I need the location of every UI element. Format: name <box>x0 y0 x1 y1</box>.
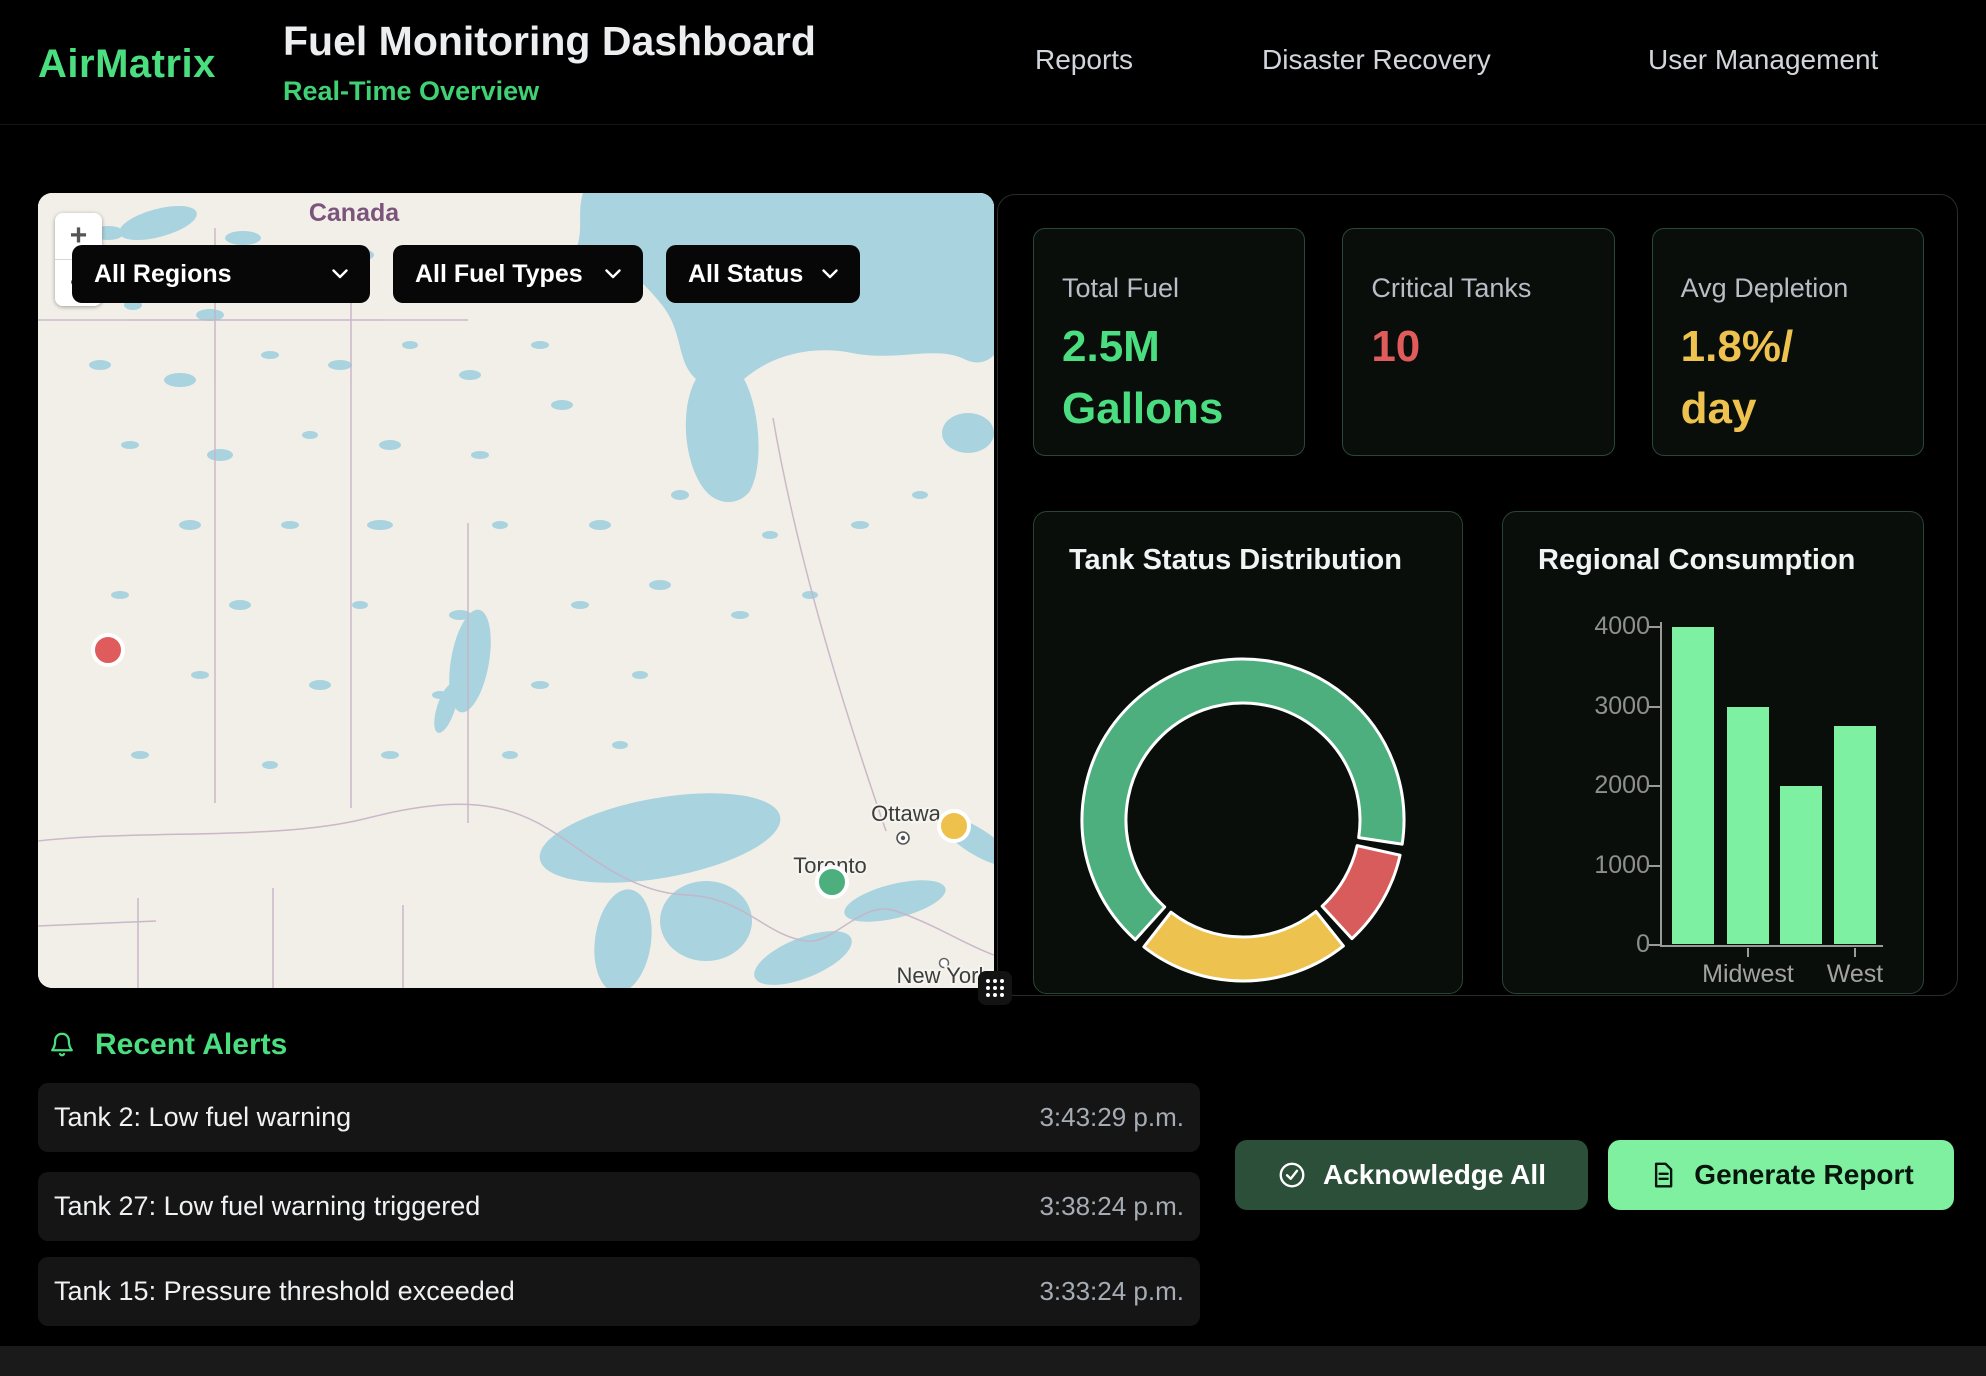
page-title: Fuel Monitoring Dashboard <box>283 18 816 65</box>
y-tick-mark <box>1649 944 1660 946</box>
y-tick-label: 4000 <box>1580 612 1650 641</box>
y-tick-mark <box>1649 785 1660 787</box>
y-tick-label: 2000 <box>1580 771 1650 800</box>
acknowledge-all-button[interactable]: Acknowledge All <box>1235 1140 1588 1210</box>
app-header: AirMatrix Fuel Monitoring Dashboard Real… <box>0 0 1986 125</box>
bell-icon <box>47 1029 77 1061</box>
alert-message: Tank 27: Low fuel warning triggered <box>54 1191 480 1222</box>
y-tick-mark <box>1649 626 1660 628</box>
stat-card-critical-tanks: Critical Tanks 10 <box>1342 228 1614 456</box>
dashboard-panel: Total Fuel 2.5M Gallons Critical Tanks 1… <box>997 194 1958 996</box>
chart-title: Regional Consumption <box>1538 544 1855 577</box>
check-circle-icon <box>1277 1160 1307 1190</box>
alert-row[interactable]: Tank 15: Pressure threshold exceeded 3:3… <box>38 1257 1200 1326</box>
chart-title: Tank Status Distribution <box>1069 544 1402 577</box>
alerts-title: Recent Alerts <box>95 1028 287 1062</box>
chevron-down-icon <box>332 269 348 279</box>
alert-time: 3:43:29 p.m. <box>1039 1102 1184 1133</box>
nav-disaster-recovery[interactable]: Disaster Recovery <box>1262 44 1491 76</box>
ottawa-city-dot-inner <box>901 836 905 840</box>
tank-status-donut-chart <box>1034 512 1463 994</box>
bar-series-3[interactable] <box>1780 786 1822 944</box>
drag-handle-icon[interactable] <box>978 971 1012 1005</box>
nav-reports[interactable]: Reports <box>1035 44 1133 76</box>
y-tick-label: 0 <box>1580 930 1650 959</box>
generate-report-button[interactable]: Generate Report <box>1608 1140 1954 1210</box>
generate-report-label: Generate Report <box>1694 1159 1913 1191</box>
status-filter-select[interactable]: All Status <box>666 245 860 303</box>
alert-row[interactable]: Tank 2: Low fuel warning 3:43:29 p.m. <box>38 1083 1200 1152</box>
stat-card-avg-depletion: Avg Depletion 1.8%/ day <box>1652 228 1924 456</box>
map-canvas[interactable]: Canada Ottawa Toronto New York <box>38 193 994 988</box>
chevron-down-icon <box>822 269 838 279</box>
page-subtitle: Real-Time Overview <box>283 76 539 107</box>
tank-marker-critical[interactable] <box>93 635 123 665</box>
fuel-monitoring-dashboard: AirMatrix Fuel Monitoring Dashboard Real… <box>0 0 1986 1376</box>
stat-label: Total Fuel <box>1062 273 1276 304</box>
charts-row: Tank Status Distribution 0 1000 2000 3000 40… <box>1033 511 1924 994</box>
brand-logo[interactable]: AirMatrix <box>38 42 216 87</box>
y-tick-label: 1000 <box>1580 851 1650 880</box>
x-tick-mark <box>1854 948 1856 957</box>
fuel-type-filter-select[interactable]: All Fuel Types <box>393 245 643 303</box>
stat-value: 1.8%/ day <box>1681 316 1895 441</box>
footer-strip <box>0 1346 1986 1376</box>
x-tick-mark <box>1747 948 1749 957</box>
regional-consumption-bar-chart: 01000200030004000MidwestWest <box>1503 512 1924 994</box>
y-axis-line <box>1660 622 1662 947</box>
stat-label: Avg Depletion <box>1681 273 1895 304</box>
alerts-header: Recent Alerts <box>47 1028 287 1062</box>
alert-time: 3:38:24 p.m. <box>1039 1191 1184 1222</box>
y-tick-mark <box>1649 865 1660 867</box>
stat-label: Critical Tanks <box>1371 273 1585 304</box>
stats-row: Total Fuel 2.5M Gallons Critical Tanks 1… <box>1033 228 1924 456</box>
alert-message: Tank 2: Low fuel warning <box>54 1102 351 1133</box>
chevron-down-icon <box>605 269 621 279</box>
map-label-canada: Canada <box>309 199 400 227</box>
region-filter-select[interactable]: All Regions <box>72 245 370 303</box>
donut-segment-yellow[interactable] <box>1144 911 1343 981</box>
alert-row[interactable]: Tank 27: Low fuel warning triggered 3:38… <box>38 1172 1200 1241</box>
x-tick-label: West <box>1785 960 1924 989</box>
bar-West[interactable] <box>1834 726 1876 944</box>
stat-value: 10 <box>1371 316 1585 378</box>
tank-marker-warning[interactable] <box>939 811 969 841</box>
stat-card-total-fuel: Total Fuel 2.5M Gallons <box>1033 228 1305 456</box>
stat-value: 2.5M Gallons <box>1062 316 1276 441</box>
map-panel[interactable]: Canada Ottawa Toronto New York + − All R… <box>38 193 994 988</box>
map-filters: All Regions All Fuel Types All Status <box>72 245 860 303</box>
region-filter-value: All Regions <box>94 260 232 289</box>
document-icon <box>1648 1160 1678 1190</box>
y-tick-label: 3000 <box>1580 692 1650 721</box>
y-tick-mark <box>1649 706 1660 708</box>
bar-Midwest[interactable] <box>1727 707 1769 945</box>
alert-message: Tank 15: Pressure threshold exceeded <box>54 1276 515 1307</box>
donut-segment-red[interactable] <box>1322 846 1400 939</box>
x-axis-line <box>1660 945 1883 947</box>
alert-time: 3:33:24 p.m. <box>1039 1276 1184 1307</box>
donut-chart-card: Tank Status Distribution <box>1033 511 1463 994</box>
fuel-type-filter-value: All Fuel Types <box>415 260 583 289</box>
map-label-new-york: New York <box>897 963 991 988</box>
tank-marker-normal[interactable] <box>817 867 847 897</box>
nav-user-management[interactable]: User Management <box>1648 44 1878 76</box>
status-filter-value: All Status <box>688 260 803 289</box>
map-label-ottawa: Ottawa <box>871 801 941 826</box>
bar-series-1[interactable] <box>1672 627 1714 944</box>
bar-chart-card: 01000200030004000MidwestWest Regional Co… <box>1502 511 1924 994</box>
acknowledge-all-label: Acknowledge All <box>1323 1159 1546 1191</box>
